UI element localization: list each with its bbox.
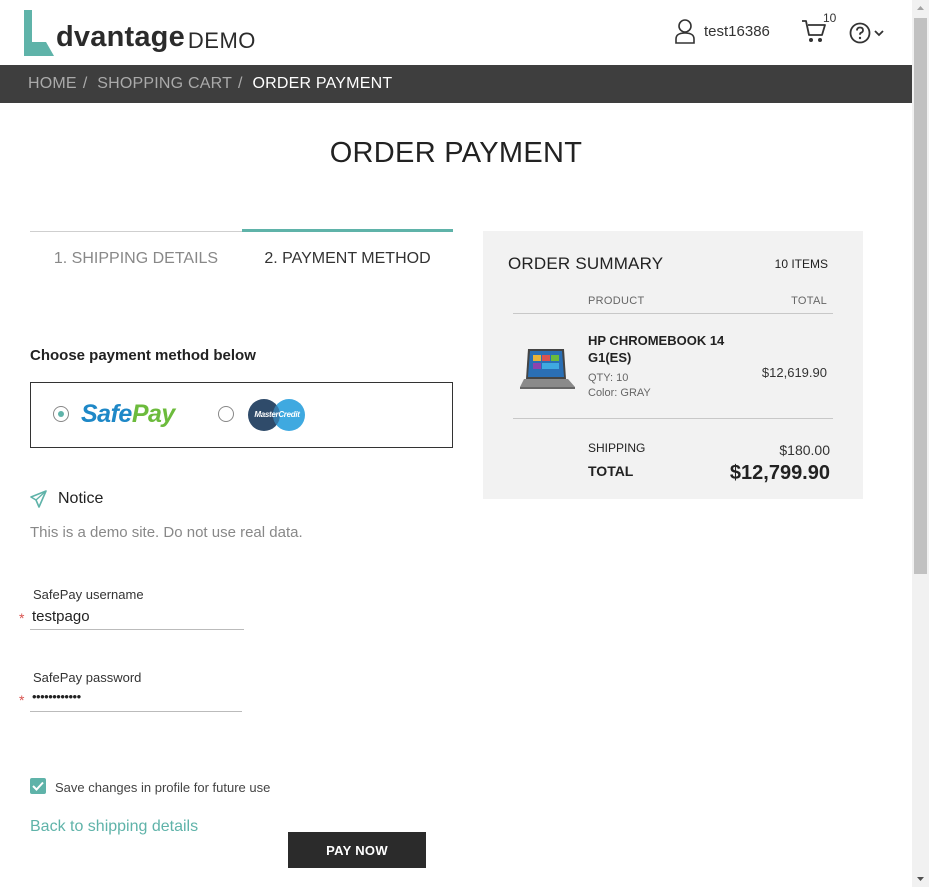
- product-color: Color: GRAY: [588, 387, 651, 399]
- order-items-count: 10 ITEMS: [774, 257, 828, 271]
- password-value: ••••••••••••: [32, 689, 81, 704]
- back-to-shipping-link[interactable]: Back to shipping details: [30, 818, 198, 836]
- safepay-logo-pay: Pay: [131, 400, 175, 428]
- page-title: ORDER PAYMENT: [329, 137, 583, 169]
- safepay-logo[interactable]: SafePay: [81, 400, 175, 429]
- logo-demo: DEMO: [187, 28, 256, 53]
- required-mark: *: [19, 610, 25, 626]
- notice-text: This is a demo site. Do not use real dat…: [30, 524, 303, 541]
- notice-icon: [30, 490, 47, 508]
- user-menu[interactable]: test16386: [674, 18, 770, 44]
- shipping-label: SHIPPING: [588, 441, 646, 455]
- user-icon: [675, 19, 695, 44]
- logo[interactable]: dvantage DEMO: [22, 10, 256, 56]
- total-label: TOTAL: [588, 463, 634, 479]
- mastercredit-text: MasterCredit: [254, 410, 300, 419]
- password-label: SafePay password: [33, 670, 142, 685]
- logo-text: dvantage: [56, 21, 185, 53]
- save-profile-label: Save changes in profile for future use: [55, 780, 271, 795]
- save-profile-checkbox[interactable]: [30, 778, 46, 794]
- username-label: SafePay username: [33, 587, 144, 602]
- divider: [513, 313, 833, 314]
- logo-icon: [24, 10, 54, 56]
- cart-count: 10: [823, 11, 837, 25]
- breadcrumb-separator: /: [82, 75, 88, 92]
- mastercredit-logo[interactable]: MasterCredit: [247, 398, 307, 432]
- choose-payment-label: Choose payment method below: [30, 347, 256, 364]
- order-summary-title: ORDER SUMMARY: [508, 254, 664, 273]
- scroll-down-icon: [917, 877, 924, 881]
- breadcrumb-shopping-cart[interactable]: SHOPPING CART: [97, 75, 232, 93]
- scroll-down-arrow[interactable]: [912, 870, 929, 887]
- required-mark: *: [19, 692, 25, 708]
- shipping-value: $180.00: [779, 442, 830, 458]
- breadcrumb-separator: /: [238, 75, 243, 92]
- total-value: $12,799.90: [729, 462, 830, 484]
- radio-safepay[interactable]: [53, 406, 69, 422]
- column-product: PRODUCT: [588, 295, 645, 307]
- product-thumbnail[interactable]: [520, 347, 576, 396]
- breadcrumb-current: ORDER PAYMENT: [252, 75, 393, 92]
- step-indicator-shipping: [30, 231, 242, 232]
- step-indicator-payment: [242, 229, 453, 232]
- scroll-up-arrow[interactable]: [912, 0, 929, 17]
- product-qty: QTY: 10: [588, 372, 629, 384]
- notice-header: Notice: [30, 490, 103, 508]
- product-total: $12,619.90: [761, 365, 827, 380]
- laptop-thumbnail: [520, 349, 575, 389]
- product-name[interactable]: HP CHROMEBOOK 14 G1(ES): [588, 332, 728, 366]
- pay-now-button[interactable]: PAY NOW: [288, 832, 426, 868]
- scroll-up-icon: [917, 6, 924, 10]
- breadcrumb: HOME / SHOPPING CART / ORDER PAYMENT: [0, 65, 912, 103]
- chevron-down-icon: [874, 30, 884, 37]
- radio-mastercredit[interactable]: [218, 406, 234, 422]
- safepay-username-input[interactable]: [30, 608, 244, 630]
- payment-method-box: SafePay MasterCredit: [30, 382, 453, 448]
- username: test16386: [704, 22, 770, 40]
- radio-selected-dot: [58, 411, 64, 417]
- divider: [513, 418, 833, 419]
- scrollbar-thumb[interactable]: [914, 18, 927, 574]
- tab-shipping-details[interactable]: 1. SHIPPING DETAILS: [30, 250, 242, 268]
- notice-title: Notice: [58, 490, 104, 507]
- help-icon: [849, 22, 871, 44]
- help-menu[interactable]: [849, 22, 885, 44]
- breadcrumb-home[interactable]: HOME: [28, 75, 77, 93]
- tab-payment-method[interactable]: 2. PAYMENT METHOD: [242, 250, 453, 268]
- safepay-logo-safe: Safe: [81, 400, 132, 428]
- column-total: TOTAL: [791, 295, 827, 307]
- checkmark-icon: [32, 781, 44, 791]
- safepay-password-input[interactable]: ••••••••••••: [30, 689, 242, 712]
